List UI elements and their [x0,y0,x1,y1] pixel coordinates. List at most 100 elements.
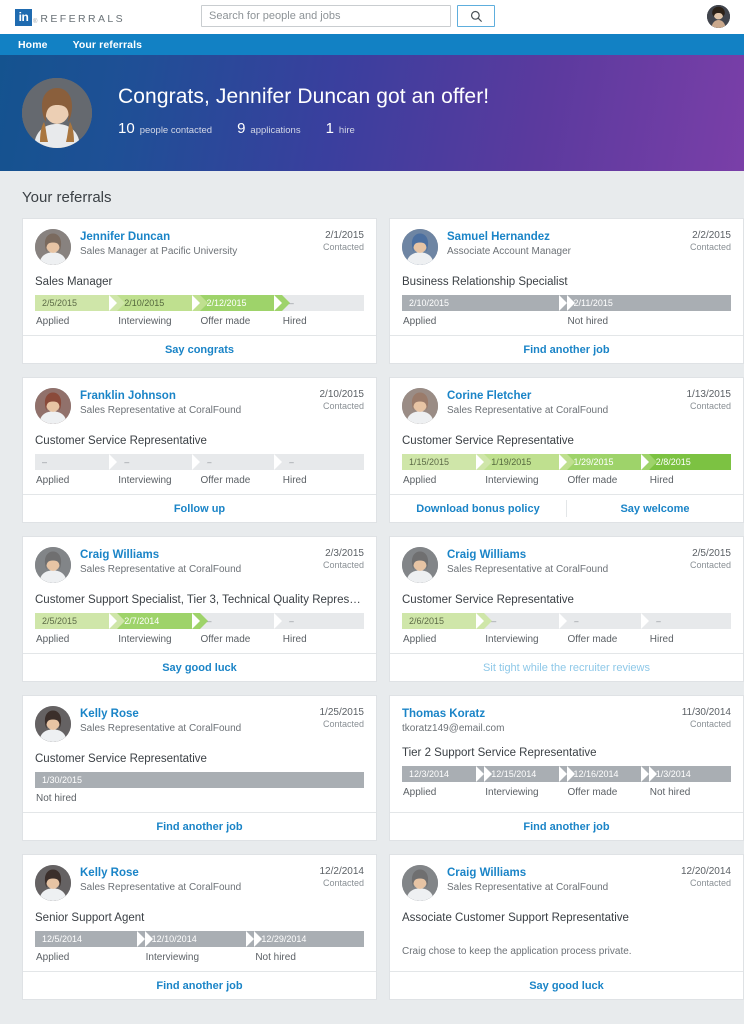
card-action-button[interactable]: Say good luck [23,654,376,681]
card-body: Craig Williams Sales Representative at Co… [390,855,743,971]
progress-stage: – [281,295,364,311]
application-progress: 2/5/2015 2/7/2014 – – Applied Interviewing Off… [35,613,364,645]
referral-identity: Kelly Rose Sales Representative at CoralF… [80,865,320,895]
hero-avatar [22,78,92,148]
card-action-button[interactable]: Say congrats [23,336,376,363]
avatar-icon [402,547,438,583]
contacted-date: 2/2/2015 [692,230,731,241]
card-header: Craig Williams Sales Representative at Co… [402,547,731,583]
stage-notch [476,454,485,470]
referral-avatar[interactable] [402,388,438,424]
linkedin-logo-icon: in [15,8,32,26]
stage-arrow [281,295,290,311]
application-progress: 2/10/2015 2/11/2015 Applied Not hired [402,295,731,327]
referral-card: Kelly Rose Sales Representative at CoralF… [22,695,377,841]
progress-labels: Applied Interviewing Offer made Not hired [402,787,731,798]
referral-name-link[interactable]: Jennifer Duncan [80,230,323,244]
job-title: Senior Support Agent [35,912,145,924]
referral-avatar[interactable] [402,547,438,583]
stat-value: 9 [237,120,246,137]
referral-name-link[interactable]: Samuel Hernandez [447,230,690,244]
card-action-button[interactable]: Find another job [390,336,743,363]
referral-name-link[interactable]: Thomas Koratz [402,707,682,721]
referral-avatar[interactable] [35,229,71,265]
card-header: Corine Fletcher Sales Representative at C… [402,388,731,424]
progress-stage-date: 2/7/2014 [124,616,160,626]
progress-stage: 2/5/2015 [35,613,126,629]
progress-stage-label: Hired [282,316,307,327]
referral-name-link[interactable]: Kelly Rose [80,707,320,721]
referral-headline: Sales Representative at CoralFound [447,564,609,576]
progress-stage: 12/10/2014 [144,931,263,947]
contacted-label: Contacted [322,719,364,729]
card-footer: Find another job [390,335,743,363]
progress-stage: 2/7/2014 [117,613,208,629]
search-input[interactable] [201,5,451,27]
stage-arrow [281,454,290,470]
stage-notch [246,931,255,947]
referral-avatar[interactable] [35,706,71,742]
referral-identity: Jennifer Duncan Sales Manager at Pacific … [80,229,323,259]
progress-stage: – [117,454,208,470]
contacted-date-group: 11/30/2014 Contacted [682,706,731,729]
card-action-button[interactable]: Find another job [23,813,376,840]
avatar[interactable] [707,5,730,28]
referral-identity: Craig Williams Sales Representative at Co… [447,865,681,895]
progress-stage: 2/5/2015 [35,295,126,311]
stage-notch [476,765,485,782]
referral-avatar[interactable] [402,229,438,265]
card-action-button[interactable]: Say good luck [390,972,743,999]
stage-notch [558,454,567,470]
referral-headline: Sales Representative at CoralFound [80,882,242,894]
hero-banner: Congrats, Jennifer Duncan got an offer! … [0,55,744,171]
stage-notch [640,613,649,629]
progress-stage-date: 2/6/2015 [409,616,445,626]
referral-avatar[interactable] [402,865,438,901]
contacted-date-group: 12/2/2014 Contacted [320,865,365,888]
contacted-label: Contacted [322,401,364,411]
card-action-button[interactable]: Find another job [23,972,376,999]
progress-stage-label: Hired [282,475,307,486]
avatar-icon [402,865,438,901]
progress-labels: Applied Interviewing Offer made Hired [35,475,364,486]
progress-stage-label: Interviewing [118,475,172,486]
contacted-date-group: 2/10/2015 Contacted [320,388,365,411]
progress-labels: Applied Interviewing Offer made Hired [35,634,364,645]
card-header: Kelly Rose Sales Representative at CoralF… [35,865,364,901]
referral-name-link[interactable]: Corine Fletcher [447,389,687,403]
registered-mark: ® [33,18,38,25]
card-action-button[interactable]: Find another job [390,813,743,840]
card-action-button[interactable]: Say welcome [567,495,743,522]
nav-item-home[interactable]: Home [18,39,48,51]
referral-avatar[interactable] [35,547,71,583]
progress-stage-date: 12/5/2014 [42,934,83,944]
progress-stage-label: Interviewing [485,634,539,645]
referral-name-link[interactable]: Franklin Johnson [80,389,320,403]
progress-stage: 2/6/2015 [402,613,493,629]
job-title: Customer Service Representative [35,435,207,447]
referral-avatar[interactable] [35,865,71,901]
card-footer: Say good luck [23,653,376,681]
card-body: Craig Williams Sales Representative at Co… [390,537,743,653]
referral-name-link[interactable]: Kelly Rose [80,866,320,880]
search-button[interactable] [457,5,495,27]
referral-card: Corine Fletcher Sales Representative at C… [389,377,744,523]
linkedin-referrals-logo[interactable]: in ® REFERRALS [15,8,125,26]
stage-arrow [484,613,493,629]
contacted-label: Contacted [689,719,731,729]
contacted-date-group: 2/1/2015 Contacted [323,229,364,252]
referral-card: Craig Williams Sales Representative at Co… [389,854,744,1000]
card-action-button[interactable]: Download bonus policy [390,495,566,522]
stage-arrow [254,931,263,947]
stage-notch [558,295,567,311]
referral-name-link[interactable]: Craig Williams [447,548,690,562]
nav-item-your-referrals[interactable]: Your referrals [73,39,143,51]
referral-avatar[interactable] [35,388,71,424]
progress-stage: 1/30/2015 [35,772,364,788]
progress-stage: 2/11/2015 [566,295,731,311]
card-action-button[interactable]: Follow up [23,495,376,522]
referral-name-link[interactable]: Craig Williams [447,866,681,880]
referral-name-link[interactable]: Craig Williams [80,548,323,562]
application-progress: 12/5/2014 12/10/2014 12/29/2014 Applied Inte… [35,931,364,963]
user-avatar-icon [707,5,730,28]
